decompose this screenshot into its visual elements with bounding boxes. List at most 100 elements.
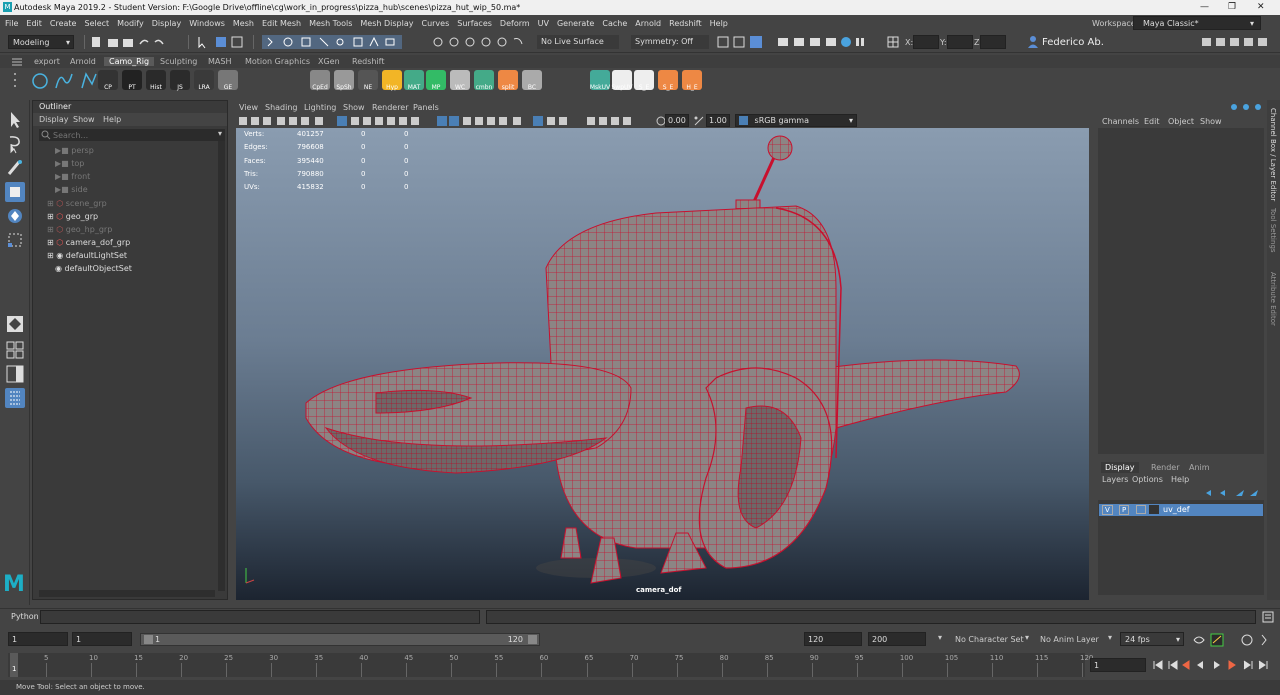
viewport-3d[interactable]: Verts: Edges: Faces: Tris: UVs: 401257 7… xyxy=(236,128,1089,600)
maximize-button[interactable]: ❐ xyxy=(1228,2,1236,12)
outliner-menu-help[interactable]: Help xyxy=(103,115,121,124)
layer-name[interactable]: uv_def xyxy=(1163,505,1190,514)
animation-end-field[interactable]: 200 xyxy=(868,632,926,646)
rotate-tool-icon[interactable] xyxy=(5,206,25,226)
fps-dropdown[interactable]: 24 fps ▾ xyxy=(1120,632,1184,646)
outliner-item-persp[interactable]: ▶■ persp xyxy=(55,146,94,155)
layers-menu-help[interactable]: Help xyxy=(1171,475,1189,484)
scale-tool-icon[interactable] xyxy=(5,230,25,250)
range-end-handle[interactable] xyxy=(528,635,537,644)
menu-item[interactable]: Edit xyxy=(26,19,42,28)
file-tools-icons[interactable] xyxy=(90,36,180,48)
user-name[interactable]: Federico Ab. xyxy=(1042,37,1104,48)
outliner-item-default-light-set[interactable]: ⊞ ◉ defaultLightSet xyxy=(47,251,127,260)
viewport-menu-lighting[interactable]: Lighting xyxy=(304,103,336,112)
move-tool-icon[interactable] xyxy=(5,182,25,202)
viewport-menu-show[interactable]: Show xyxy=(343,103,365,112)
chevron-down-icon[interactable]: ▾ xyxy=(938,633,942,642)
range-start-handle[interactable] xyxy=(144,635,153,644)
menu-item[interactable]: Arnold xyxy=(635,19,661,28)
expand-icon[interactable]: ⊞ xyxy=(47,199,56,208)
four-view-layout-icon[interactable] xyxy=(5,340,25,360)
command-language-label[interactable]: Python xyxy=(11,612,39,621)
menu-item[interactable]: File xyxy=(5,19,18,28)
shelf-tab-redshift[interactable]: Redshift xyxy=(352,57,384,66)
menu-item[interactable]: Deform xyxy=(500,19,530,28)
exposure-field[interactable]: 0.00 xyxy=(665,114,689,127)
z-field[interactable] xyxy=(980,35,1006,49)
shelf-tab-export[interactable]: export xyxy=(34,57,60,66)
outliner-item-geo-grp[interactable]: ⊞ ⬡ geo_grp xyxy=(47,212,98,221)
side-tab-channel-box[interactable]: Channel Box / Layer Editor xyxy=(1269,108,1277,201)
channels-menu-object[interactable]: Object xyxy=(1168,117,1194,126)
pizza-robot-model[interactable] xyxy=(236,128,1089,600)
menu-item[interactable]: Help xyxy=(710,19,728,28)
outliner-menu-show[interactable]: Show xyxy=(73,115,95,124)
channels-menu-edit[interactable]: Edit xyxy=(1144,117,1160,126)
expand-icon[interactable]: ⊞ xyxy=(47,238,56,247)
viewport-menu-shading[interactable]: Shading xyxy=(265,103,298,112)
timeline-track[interactable]: 1 5 10 15 20 25 30 35 40 45 50 55 60 65 70 75 80 85 90 95 1… xyxy=(8,653,1093,677)
viewport-menu-view[interactable]: View xyxy=(239,103,258,112)
y-field[interactable] xyxy=(947,35,973,49)
command-input[interactable] xyxy=(40,610,480,624)
outliner-scrollbar[interactable] xyxy=(218,141,225,591)
panel-toolbar-icons[interactable] xyxy=(237,115,667,127)
transform-mode-icon[interactable] xyxy=(886,35,900,49)
channel-box-toggle-icons[interactable] xyxy=(1229,102,1269,112)
layer-type-toggle[interactable] xyxy=(1136,505,1146,514)
shelf-settings-icon[interactable] xyxy=(10,57,24,67)
range-bar[interactable]: 1 120 xyxy=(140,633,540,646)
shelf-tab-sculpting[interactable]: Sculpting xyxy=(160,57,197,66)
menu-item[interactable]: Cache xyxy=(602,19,627,28)
workspace-dropdown[interactable]: Maya Classic* ▾ xyxy=(1133,16,1261,30)
lasso-tool-icon[interactable] xyxy=(5,134,25,154)
shelf-tab-xgen[interactable]: XGen xyxy=(318,57,340,66)
render-view-icons[interactable] xyxy=(776,35,871,49)
layer-visibility-toggle[interactable]: V xyxy=(1102,505,1113,515)
gamma-field[interactable]: 1.00 xyxy=(706,114,730,127)
playback-controls[interactable] xyxy=(1152,659,1272,671)
menu-item[interactable]: Windows xyxy=(189,19,225,28)
menu-item[interactable]: Mesh xyxy=(233,19,254,28)
outliner-item-geo-hp-grp[interactable]: ⊞ ⬡ geo_hp_grp xyxy=(47,225,112,234)
color-space-dropdown[interactable]: sRGB gamma ▾ xyxy=(735,114,857,127)
two-view-layout-icon[interactable] xyxy=(5,364,25,384)
side-tab-tool-settings[interactable]: Tool Settings xyxy=(1269,208,1277,253)
single-view-layout-icon[interactable] xyxy=(5,314,25,334)
close-button[interactable]: ✕ xyxy=(1257,2,1265,12)
layer-tab-anim[interactable]: Anim xyxy=(1189,463,1210,472)
layer-tab-display[interactable]: Display xyxy=(1101,462,1139,473)
menu-item[interactable]: Generate xyxy=(557,19,594,28)
layer-tab-render[interactable]: Render xyxy=(1151,463,1179,472)
menu-item[interactable]: Mesh Display xyxy=(360,19,413,28)
symmetry-dropdown[interactable]: Symmetry: Off xyxy=(631,35,709,49)
outliner-menu-display[interactable]: Display xyxy=(39,115,69,124)
menu-item[interactable]: Edit Mesh xyxy=(262,19,301,28)
select-tool-icon[interactable] xyxy=(5,110,25,130)
shelf-expand-icon[interactable] xyxy=(12,70,18,92)
panel-toggle-icons[interactable] xyxy=(1200,35,1278,49)
menu-item[interactable]: Curves xyxy=(421,19,449,28)
current-frame-field[interactable]: 1 xyxy=(1090,658,1146,672)
outliner-item-default-object-set[interactable]: ◉ defaultObjectSet xyxy=(55,264,132,273)
animation-start-field[interactable]: 1 xyxy=(8,632,68,646)
snap-tools-icons[interactable] xyxy=(262,34,412,50)
outliner-item-top[interactable]: ▶■ top xyxy=(55,159,84,168)
expand-icon[interactable]: ⊞ xyxy=(47,225,56,234)
menu-item[interactable]: Modify xyxy=(117,19,144,28)
side-tab-attribute-editor[interactable]: Attribute Editor xyxy=(1269,272,1277,326)
channels-menu-show[interactable]: Show xyxy=(1200,117,1222,126)
menu-item[interactable]: UV xyxy=(538,19,549,28)
script-editor-icon[interactable] xyxy=(1262,611,1274,623)
anim-layer-label[interactable]: No Anim Layer xyxy=(1040,635,1099,644)
menu-item[interactable]: Create xyxy=(50,19,77,28)
viewport-menu-panels[interactable]: Panels xyxy=(413,103,439,112)
outliner-search-input[interactable] xyxy=(53,130,203,140)
layer-action-icons[interactable] xyxy=(1204,488,1264,498)
menu-item[interactable]: Mesh Tools xyxy=(309,19,352,28)
layer-playback-toggle[interactable]: P xyxy=(1119,505,1130,515)
outliner-item-side[interactable]: ▶■ side xyxy=(55,185,88,194)
render-tools-icons[interactable] xyxy=(716,35,766,49)
x-field[interactable] xyxy=(913,35,939,49)
